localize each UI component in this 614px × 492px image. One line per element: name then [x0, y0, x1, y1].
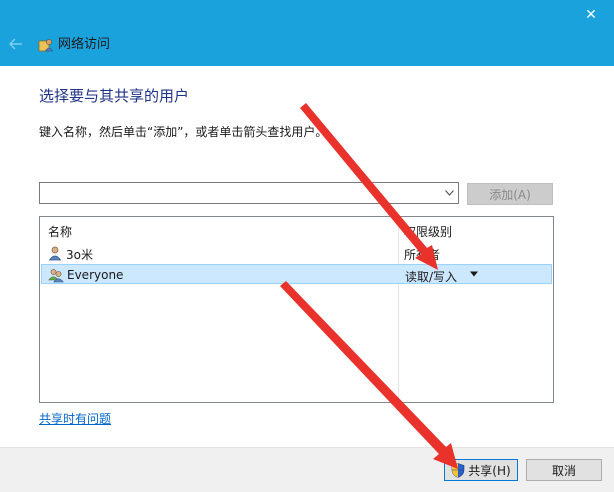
- column-header-name[interactable]: 名称: [48, 223, 72, 240]
- cancel-button[interactable]: 取消: [526, 459, 602, 481]
- group-icon: [48, 269, 64, 283]
- add-button[interactable]: 添加(A): [467, 183, 553, 205]
- instruction-text: 键入名称，然后单击“添加”，或者单击箭头查找用户。: [39, 125, 328, 139]
- close-button[interactable]: ✕: [568, 0, 614, 30]
- page-heading: 选择要与其共享的用户: [39, 87, 190, 105]
- caret-down-icon[interactable]: [469, 269, 479, 279]
- user-icon: [48, 246, 62, 261]
- title-bar: ✕ 网络访问: [0, 0, 614, 66]
- share-user-list[interactable]: 名称 权限级别 3o米 所有者 Everyone 读取/写入: [39, 216, 554, 403]
- user-name-combobox[interactable]: [39, 182, 459, 204]
- list-item[interactable]: 3o米 所有者: [41, 243, 552, 263]
- share-button[interactable]: 共享(H): [444, 459, 518, 481]
- user-name: Everyone: [67, 268, 124, 282]
- back-button[interactable]: [4, 32, 28, 56]
- window-title: 网络访问: [58, 37, 111, 52]
- sharing-help-link[interactable]: 共享时有问题: [39, 410, 111, 427]
- close-icon: ✕: [585, 7, 597, 23]
- network-share-icon: [38, 39, 54, 52]
- column-header-permission[interactable]: 权限级别: [404, 223, 452, 240]
- user-name: 3o米: [66, 248, 93, 262]
- network-access-dialog: ✕ 网络访问 选择要与其共享的用户 键入名称，然后单击“添加”，或者单击箭头查找…: [0, 0, 614, 492]
- dialog-footer: [0, 447, 614, 492]
- user-permission: 所有者: [404, 248, 441, 262]
- combobox-dropdown-button[interactable]: [442, 185, 456, 201]
- chevron-down-icon: [444, 190, 454, 196]
- permission-dropdown[interactable]: 读取/写入: [405, 268, 457, 285]
- list-header: 名称 权限级别: [40, 217, 553, 241]
- list-item-selected[interactable]: Everyone 读取/写入: [41, 264, 552, 284]
- uac-shield-icon: [451, 462, 465, 478]
- back-arrow-icon: [9, 38, 22, 50]
- share-button-label: 共享(H): [468, 463, 511, 478]
